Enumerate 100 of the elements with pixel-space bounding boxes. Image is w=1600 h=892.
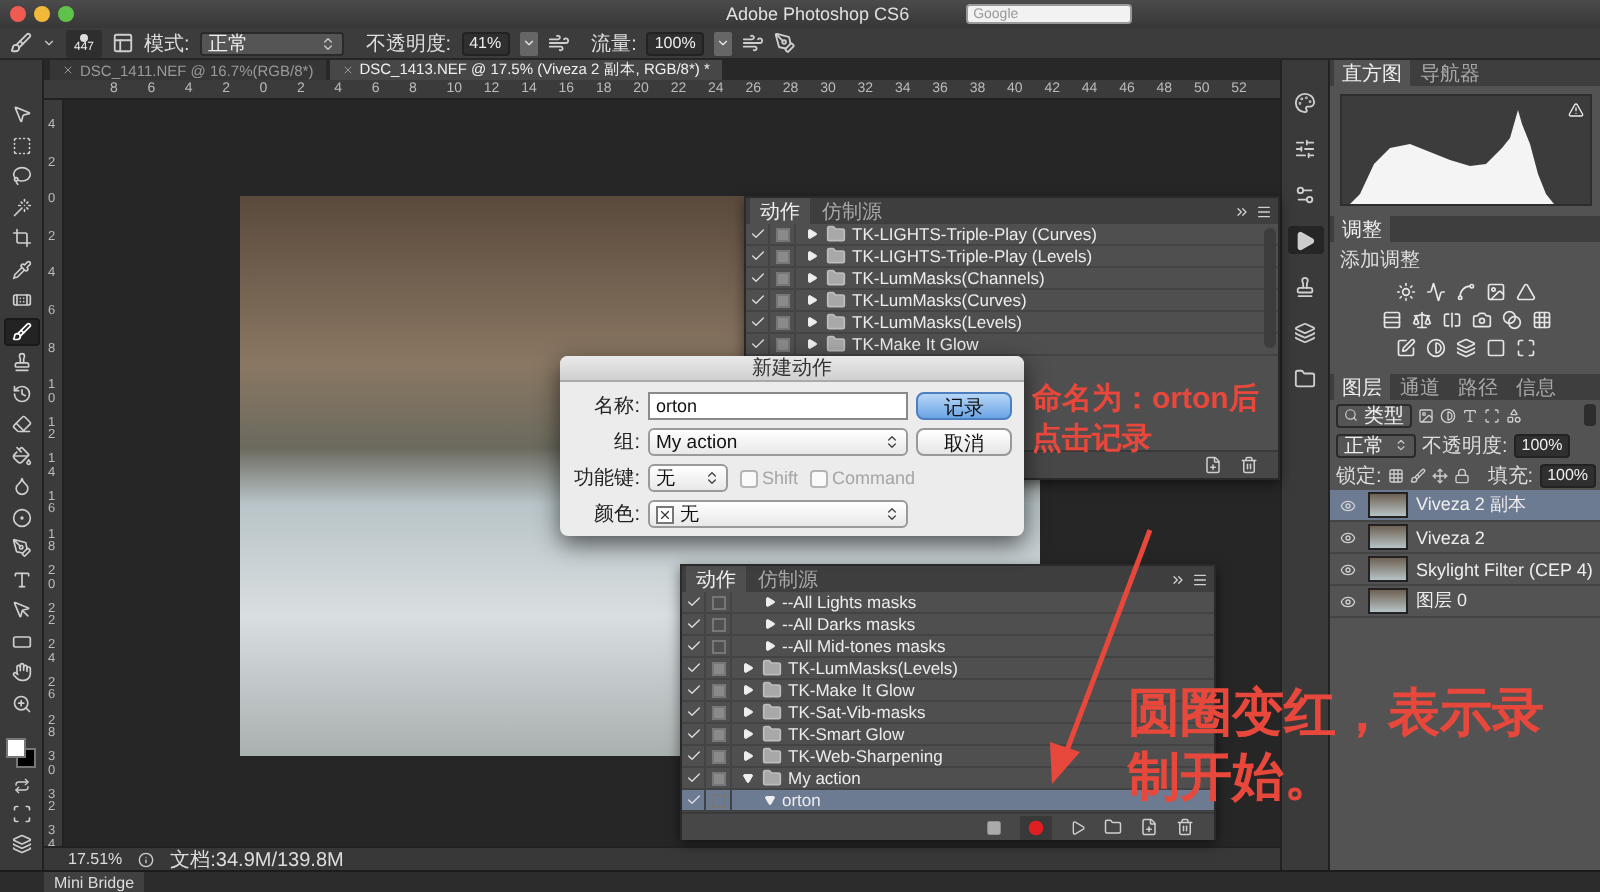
layer-row[interactable]: Skylight Filter (CEP 4) [1330, 554, 1600, 586]
record-button[interactable] [1020, 815, 1052, 839]
pen-square-icon[interactable] [1396, 338, 1417, 358]
stop-icon[interactable] [986, 819, 1002, 835]
split-square-icon[interactable] [1441, 310, 1462, 330]
action-row[interactable]: --All Lights masks [682, 592, 1214, 614]
folder-icon[interactable] [1104, 818, 1122, 836]
image-icon[interactable] [1418, 407, 1434, 423]
move-icon[interactable] [1431, 467, 1448, 483]
color-swatches[interactable] [3, 736, 39, 772]
camera-icon[interactable] [1471, 310, 1492, 330]
triangle-icon[interactable] [1516, 282, 1537, 302]
type-icon[interactable] [1462, 407, 1478, 423]
close-icon[interactable] [341, 64, 354, 76]
action-row[interactable]: --All Darks masks [682, 614, 1214, 636]
filter-toggle[interactable] [1584, 404, 1597, 426]
menu-icon[interactable] [1192, 571, 1208, 587]
flow-field[interactable]: 100% [646, 31, 704, 55]
lock-icon[interactable] [1453, 467, 1470, 483]
info-icon[interactable] [138, 851, 155, 867]
panel-tab[interactable]: 路径 [1450, 374, 1506, 400]
action-row[interactable]: TK-LIGHTS-Triple-Play (Levels) [746, 246, 1278, 268]
layer-row[interactable]: Viveza 2 [1330, 522, 1600, 554]
panel-tab[interactable]: 信息 [1508, 374, 1564, 400]
panel-tab[interactable]: 动作 [750, 198, 810, 224]
close-button[interactable] [10, 6, 26, 22]
panel-tab[interactable]: 图层 [1334, 374, 1390, 400]
frame-icon[interactable] [1516, 338, 1537, 358]
panel-tab[interactable]: 动作 [686, 566, 746, 592]
airbrush-icon[interactable] [741, 32, 764, 54]
dock-button[interactable] [1287, 226, 1323, 254]
panel-tab[interactable]: 通道 [1392, 374, 1448, 400]
square-icon[interactable] [1486, 338, 1507, 358]
shapes-icon[interactable] [1506, 407, 1522, 423]
warning-icon[interactable] [1568, 102, 1585, 118]
blend-mode-select[interactable]: 正常 [1336, 433, 1416, 457]
layer-row[interactable]: 图层 0 [1330, 586, 1600, 618]
tool-button[interactable] [3, 317, 39, 346]
panel-tab[interactable]: 仿制源 [812, 198, 892, 224]
collapse-icon[interactable] [1170, 571, 1186, 587]
close-icon[interactable] [62, 64, 74, 76]
swap-icon[interactable] [13, 778, 29, 794]
play-icon[interactable] [1070, 819, 1086, 835]
filter-select[interactable]: 类型 [1336, 403, 1412, 427]
contrast-icon[interactable] [1440, 407, 1456, 423]
panel-tab[interactable]: 导航器 [1412, 60, 1488, 86]
action-row[interactable]: TK-LIGHTS-Triple-Play (Curves) [746, 224, 1278, 246]
new-action-icon[interactable] [1204, 456, 1222, 474]
scale-icon[interactable] [1411, 310, 1432, 330]
opacity-caret[interactable] [519, 31, 538, 55]
panel-tab[interactable]: 调整 [1334, 216, 1390, 242]
caret-icon[interactable] [42, 36, 56, 50]
brush-icon[interactable] [10, 32, 32, 54]
menu-icon[interactable] [1256, 203, 1272, 219]
trash-icon[interactable] [1176, 818, 1194, 836]
name-field[interactable]: orton [648, 392, 908, 420]
grid-icon[interactable] [1531, 310, 1552, 330]
record-button[interactable]: 记录 [916, 392, 1012, 420]
action-row[interactable]: TK-LumMasks(Levels) [682, 658, 1214, 680]
panel-icon[interactable] [112, 32, 134, 54]
curve-icon[interactable] [1456, 282, 1477, 302]
opacity-field[interactable]: 100% [1513, 433, 1571, 457]
collapse-icon[interactable] [1234, 203, 1250, 219]
trash-icon[interactable] [1240, 456, 1258, 474]
opacity-field[interactable]: 41% [461, 31, 510, 55]
rows-icon[interactable] [1381, 310, 1402, 330]
grid-icon[interactable] [1387, 467, 1404, 483]
sun-icon[interactable] [1396, 282, 1417, 302]
color-select[interactable]: 无 [648, 500, 908, 528]
panel-tab[interactable]: 仿制源 [748, 566, 828, 592]
image-icon[interactable] [1486, 282, 1507, 302]
zoom-button[interactable] [58, 6, 74, 22]
screen-mode-icon[interactable] [11, 834, 31, 854]
airbrush-icon[interactable] [547, 32, 570, 54]
function-key-select[interactable]: 无 [648, 464, 728, 492]
eye-icon[interactable] [1340, 497, 1356, 513]
contrast-icon[interactable] [1426, 338, 1447, 358]
panel-tab[interactable]: Mini Bridge [44, 872, 145, 892]
layers-icon[interactable] [1456, 338, 1477, 358]
eye-icon[interactable] [1340, 529, 1356, 545]
flow-caret[interactable] [713, 31, 732, 55]
brush-icon[interactable] [1409, 467, 1426, 483]
action-row[interactable]: TK-LumMasks(Channels) [746, 268, 1278, 290]
minimize-button[interactable] [34, 6, 50, 22]
new-action-icon[interactable] [1140, 818, 1158, 836]
group-select[interactable]: My action [648, 428, 908, 456]
action-row[interactable]: --All Mid-tones masks [682, 636, 1214, 658]
fill-field[interactable]: 100% [1539, 463, 1597, 487]
cancel-button[interactable]: 取消 [916, 428, 1012, 456]
layer-row[interactable]: Viveza 2 副本 [1330, 490, 1600, 522]
levels-icon[interactable] [1426, 282, 1447, 302]
panel-tab[interactable]: 直方图 [1334, 60, 1410, 86]
action-row[interactable]: TK-LumMasks(Levels) [746, 312, 1278, 334]
eye-icon[interactable] [1340, 593, 1356, 609]
action-row[interactable]: TK-LumMasks(Curves) [746, 290, 1278, 312]
scrollbar[interactable] [1264, 228, 1276, 348]
mode-select[interactable]: 正常 [199, 31, 344, 55]
action-row[interactable]: TK-Make It Glow [746, 334, 1278, 356]
quick-mask-icon[interactable] [11, 804, 31, 824]
eye-icon[interactable] [1340, 561, 1356, 577]
